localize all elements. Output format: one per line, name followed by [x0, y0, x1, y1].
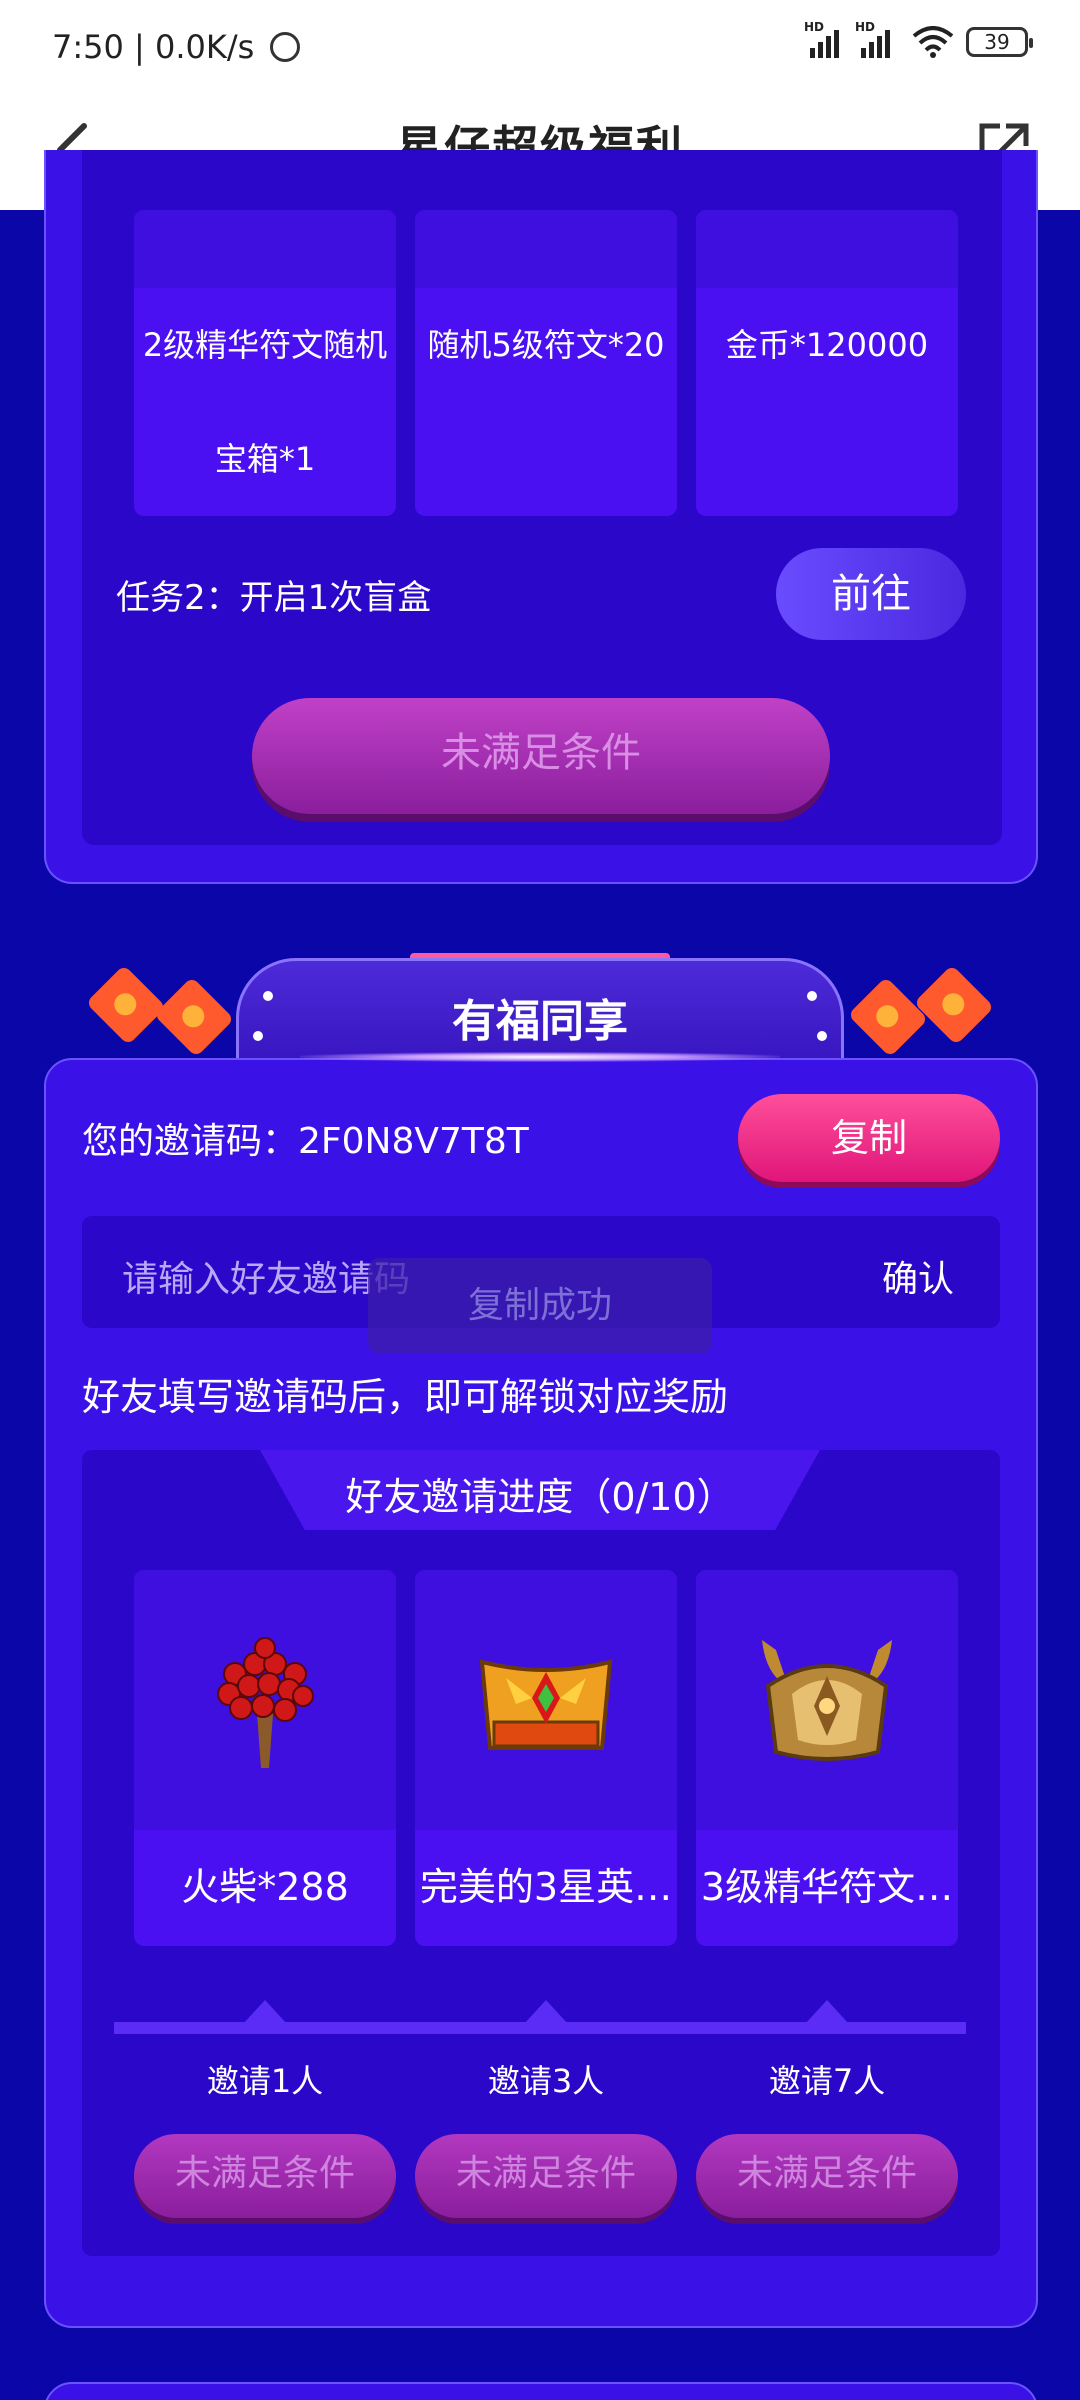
- status-bar: 7:50 | 0.0K/s HD HD 39: [0, 0, 1080, 90]
- reward-label-line2: 宝箱*1: [214, 440, 316, 478]
- matches-bouquet-icon: [217, 1637, 314, 1768]
- invite-reward-card: 火柴*288: [134, 1570, 396, 1946]
- reward-image-area: [415, 1570, 677, 1830]
- reward-label-line1: 2级精华符文随机: [142, 326, 388, 364]
- status-time: 7:50 | 0.0K/s: [52, 28, 301, 66]
- reward-image-area: [696, 1570, 958, 1830]
- reward-card: 随机5级符文*20: [415, 210, 677, 516]
- signal-icon-2: HD: [855, 20, 890, 58]
- reward-image-area: [415, 210, 677, 288]
- section-banner: 有福同享: [236, 958, 844, 1058]
- reward-label: 3级精华符文…: [700, 1865, 954, 1909]
- reward-label: 火柴*288: [181, 1865, 349, 1909]
- lantern-left-icon: [85, 964, 167, 1046]
- lantern-left-icon-2: [153, 976, 235, 1058]
- reward-image-area: [696, 210, 958, 288]
- wifi-icon: [912, 26, 954, 58]
- go-button[interactable]: 前往: [776, 548, 966, 640]
- claim-reward-button[interactable]: 未满足条件: [134, 2134, 396, 2218]
- reward-image-area: [134, 210, 396, 288]
- section-title: 有福同享: [452, 996, 628, 1047]
- milestone-label: 邀请1人: [206, 2062, 324, 2100]
- invite-hint: 好友填写邀请码后，即可解锁对应奖励: [82, 1375, 729, 1419]
- reward-label: 随机5级符文*20: [427, 326, 665, 364]
- reward-image-area: [134, 1570, 396, 1830]
- milestone-marker: [524, 2000, 568, 2024]
- lantern-right-icon: [847, 976, 929, 1058]
- claim-button[interactable]: 未满足条件: [252, 698, 830, 814]
- reward-label: 金币*120000: [725, 326, 929, 364]
- invite-code-text: 您的邀请码：2F0N8V7T8T: [82, 1121, 529, 1162]
- milestone-label: 邀请3人: [487, 2062, 605, 2100]
- milestone-marker: [805, 2000, 849, 2024]
- alarm-icon: [270, 32, 301, 62]
- hd-badge-2: HD: [855, 20, 876, 34]
- reward-card: 金币*120000: [696, 210, 958, 516]
- invite-code-input[interactable]: 请输入好友邀请码: [122, 1250, 410, 1302]
- treasure-chest-icon: [479, 1659, 613, 1750]
- golden-crown-icon: [762, 1640, 892, 1761]
- toast-message: 复制成功: [368, 1258, 712, 1354]
- next-section-panel: [44, 2382, 1038, 2400]
- milestone-label: 邀请7人: [768, 2062, 886, 2100]
- progress-title: 好友邀请进度（0/10）: [345, 1475, 735, 1519]
- banner-glow: [300, 1052, 780, 1062]
- milestone-marker: [243, 2000, 287, 2024]
- invite-reward-card: 3级精华符文…: [696, 1570, 958, 1946]
- lantern-right-icon-2: [913, 964, 995, 1046]
- reward-label: 完美的3星英…: [419, 1865, 673, 1909]
- hd-badge: HD: [804, 20, 825, 34]
- reward-card: 2级精华符文随机 宝箱*1: [134, 210, 396, 516]
- invite-reward-card: 完美的3星英…: [415, 1570, 677, 1946]
- battery-icon: 39: [966, 27, 1033, 57]
- copy-button[interactable]: 复制: [738, 1094, 1000, 1182]
- task-description: 任务2：开启1次盲盒: [116, 578, 432, 618]
- claim-reward-button[interactable]: 未满足条件: [415, 2134, 677, 2218]
- claim-reward-button[interactable]: 未满足条件: [696, 2134, 958, 2218]
- signal-icon: HD: [804, 20, 839, 58]
- clock-time: 7:50: [52, 28, 124, 66]
- confirm-button[interactable]: 确认: [882, 1250, 954, 1302]
- network-speed: 0.0K/s: [154, 28, 255, 66]
